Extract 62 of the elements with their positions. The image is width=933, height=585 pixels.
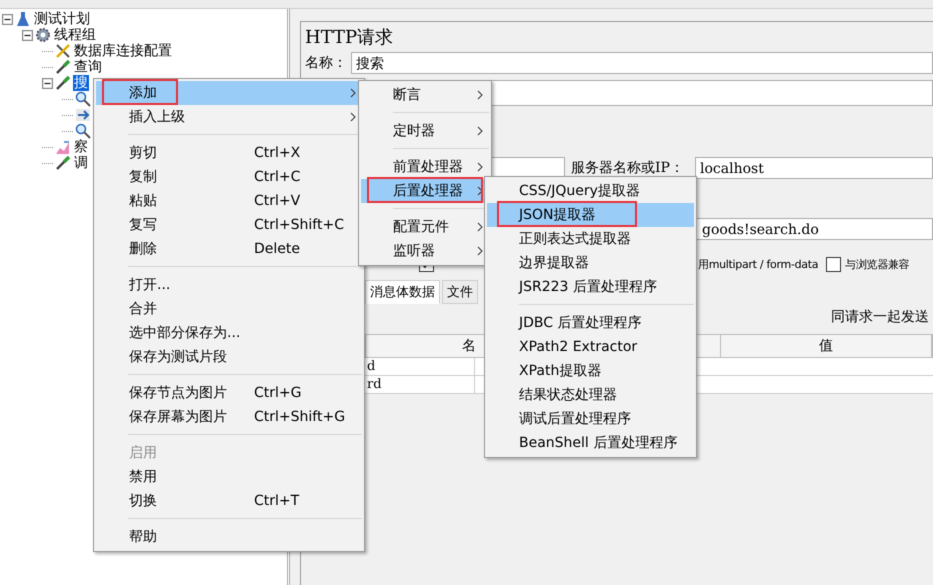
menu-item[interactable]: 定时器: [361, 119, 489, 143]
pipette-icon: [55, 59, 71, 75]
menu-item[interactable]: BeanShell 后置处理程序: [487, 431, 694, 455]
menu-item[interactable]: XPath提取器: [487, 359, 694, 383]
collapse-icon[interactable]: [2, 14, 13, 24]
option-label: 与浏览器兼容: [845, 256, 910, 272]
menu-item[interactable]: CSS/JQuery提取器: [487, 179, 694, 203]
menu-item[interactable]: 帮助: [96, 525, 362, 549]
menu-item[interactable]: 剪切 Ctrl+X: [96, 141, 362, 165]
menu-item[interactable]: JSR223 后置处理程序: [487, 275, 694, 299]
menu-item[interactable]: 调试后置处理程序: [487, 407, 694, 431]
name-label: 名称：: [305, 54, 347, 72]
menu-item[interactable]: 前置处理器: [361, 155, 489, 179]
tree-item[interactable]: 察: [73, 139, 89, 155]
send-label: 同请求一起发送: [831, 309, 929, 325]
tab[interactable]: 文件: [442, 280, 478, 304]
menu-item[interactable]: 切换 Ctrl+T: [96, 489, 362, 513]
menu-item[interactable]: JSON提取器: [487, 203, 694, 227]
menu-item[interactable]: 保存为测试片段: [96, 345, 362, 369]
tab[interactable]: 消息体数据: [365, 280, 440, 304]
panel-title: HTTP请求: [305, 26, 394, 50]
menu-item[interactable]: 复制 Ctrl+C: [96, 165, 362, 189]
tree-item[interactable]: 查询: [73, 59, 103, 75]
menu-item[interactable]: 监听器: [361, 239, 489, 263]
menu-item[interactable]: 插入上级: [96, 105, 362, 129]
magnifier-icon: [75, 91, 91, 107]
tree-item[interactable]: 数据库连接配置: [73, 43, 173, 59]
menu-item[interactable]: 断言: [361, 83, 489, 107]
column-header: 值: [721, 335, 932, 357]
menu-item[interactable]: 正则表达式提取器: [487, 227, 694, 251]
name-field[interactable]: 搜索: [351, 52, 933, 74]
tree-item[interactable]: 搜: [73, 75, 89, 91]
menu-item[interactable]: JDBC 后置处理程序: [487, 311, 694, 335]
tree-item[interactable]: 调: [73, 155, 89, 171]
pipette-icon: [55, 75, 71, 91]
collapse-icon[interactable]: [22, 30, 33, 40]
menu-item[interactable]: 禁用: [96, 465, 362, 489]
chart-icon: [55, 139, 71, 155]
menu-item[interactable]: 保存屏幕为图片 Ctrl+Shift+G: [96, 405, 362, 429]
menu-item[interactable]: 配置元件: [361, 215, 489, 239]
menu-item[interactable]: 结果状态处理器: [487, 383, 694, 407]
pipette-icon: [55, 155, 71, 171]
menu-item[interactable]: 合并: [96, 297, 362, 321]
menu-item[interactable]: 打开...: [96, 273, 362, 297]
menu-item[interactable]: 复写 Ctrl+Shift+C: [96, 213, 362, 237]
arrow-icon: [75, 107, 91, 123]
menu-item[interactable]: 保存节点为图片 Ctrl+G: [96, 381, 362, 405]
option-label: 用multipart / form-data: [698, 256, 818, 272]
tree-item[interactable]: 测试计划: [33, 11, 91, 27]
server-field[interactable]: localhost: [695, 157, 933, 179]
menu-item[interactable]: 选中部分保存为...: [96, 321, 362, 345]
gear-icon: [35, 27, 51, 43]
collapse-icon[interactable]: [42, 78, 53, 88]
menu-item[interactable]: 删除 Delete: [96, 237, 362, 261]
menu-item[interactable]: XPath2 Extractor: [487, 335, 694, 359]
server-label: 服务器名称或IP：: [570, 159, 685, 177]
menu-item[interactable]: 粘贴 Ctrl+V: [96, 189, 362, 213]
tree-item[interactable]: 线程组: [53, 27, 97, 43]
magnifier-icon: [75, 123, 91, 139]
flask-icon: [15, 11, 31, 27]
checkbox[interactable]: [826, 256, 842, 272]
menu-item[interactable]: 边界提取器: [487, 251, 694, 275]
